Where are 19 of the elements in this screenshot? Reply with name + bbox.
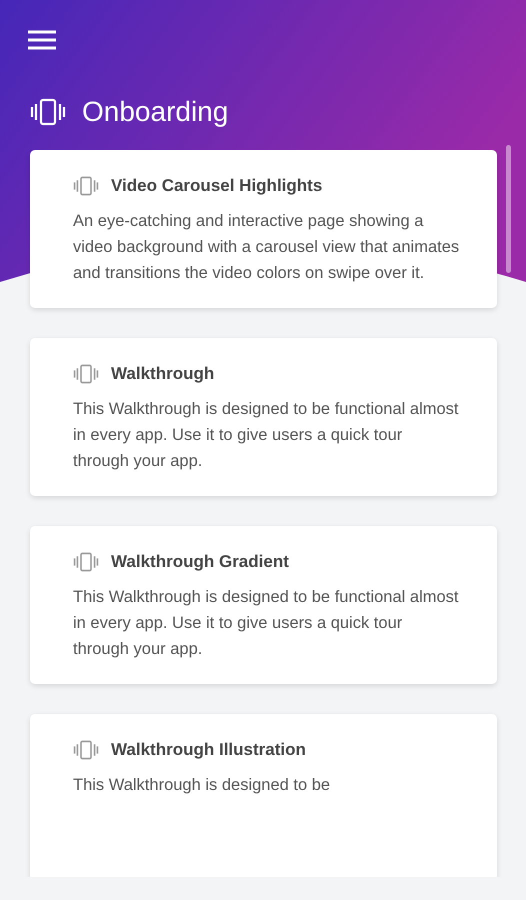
- page-title: Onboarding: [82, 96, 228, 128]
- card[interactable]: Video Carousel Highlights An eye-catching and interactive page showing a video background with a carousel view that animates and transitions the video colors on swipe over it.: [30, 150, 497, 308]
- vibrate-icon: [73, 552, 99, 572]
- card-description: This Walkthrough is designed to be: [73, 775, 332, 796]
- card-title: Walkthrough Illustration: [111, 740, 306, 760]
- vibrate-icon: [73, 740, 99, 760]
- card-title: Walkthrough: [111, 364, 214, 384]
- vibrate-icon: [30, 98, 66, 126]
- card-title: Video Carousel Highlights: [111, 176, 322, 196]
- vibrate-icon: [73, 176, 99, 196]
- card-description: This Walkthrough is designed to be functional almost in every app. Use it to give users a quick tour through your app.: [73, 399, 460, 472]
- card-description: An eye-catching and interactive page showing a video background with a carousel view that animates and transitions the video colors on swipe over it.: [73, 211, 460, 284]
- card[interactable]: Walkthrough Illustration This Walkthrough is designed to be: [30, 714, 497, 877]
- card[interactable]: Walkthrough Gradient This Walkthrough is designed to be functional almost in every app. Use it to give users a quick tour through your app.: [30, 526, 497, 684]
- card[interactable]: Walkthrough This Walkthrough is designed to be functional almost in every app. Use it to give users a quick tour through your app.: [30, 338, 497, 496]
- menu-button[interactable]: [28, 28, 56, 52]
- card-description: This Walkthrough is designed to be functional almost in every app. Use it to give users a quick tour through your app.: [73, 587, 460, 660]
- card-title: Walkthrough Gradient: [111, 552, 289, 572]
- vibrate-icon: [73, 364, 99, 384]
